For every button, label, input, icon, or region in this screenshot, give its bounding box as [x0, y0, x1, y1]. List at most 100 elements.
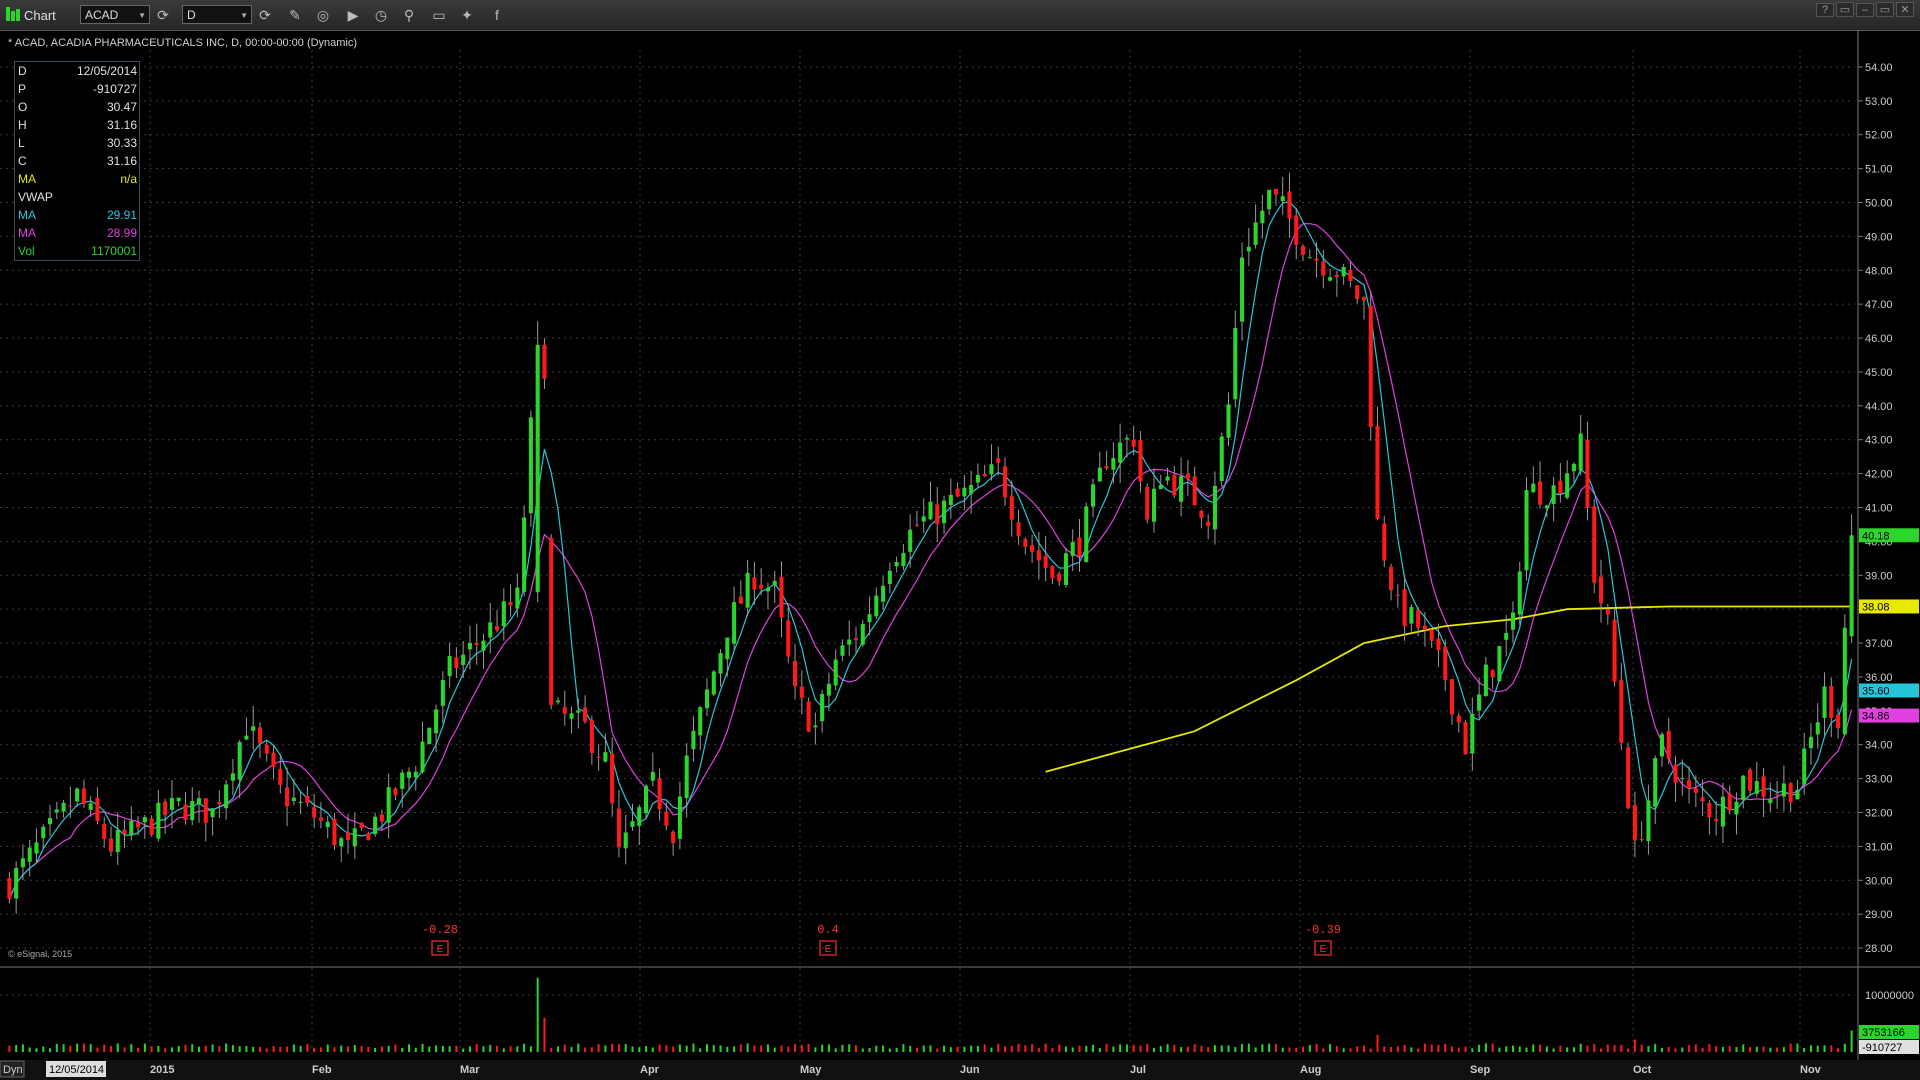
volume-bar [265, 1048, 268, 1052]
symbol-input[interactable]: ACAD ▼ [80, 5, 150, 24]
volume-bar [1227, 1045, 1230, 1052]
candle-body [163, 801, 168, 816]
minimize-button[interactable]: – [1856, 3, 1874, 17]
candle-body [867, 614, 872, 623]
volume-bar [1180, 1047, 1183, 1052]
candle-body [1761, 776, 1766, 797]
data-window-row: Vol 1170001 [15, 242, 139, 260]
candle-body [799, 686, 804, 698]
detach-button[interactable]: ▭ [1836, 2, 1854, 17]
interval-dropdown-icon[interactable]: ▼ [240, 6, 248, 25]
candle-body [1747, 769, 1753, 791]
volume-bar [699, 1048, 702, 1052]
candle-body [1314, 258, 1319, 261]
volume-bar [1586, 1045, 1589, 1052]
volume-bar [441, 1045, 444, 1052]
candle-body [447, 656, 452, 676]
candle-body [156, 802, 161, 839]
volume-bar [1112, 1046, 1115, 1052]
candle-body [1375, 425, 1380, 519]
volume-bar [658, 1044, 661, 1052]
candle-body [1118, 442, 1123, 463]
candle-body [427, 727, 432, 745]
volume-bar [1484, 1043, 1487, 1052]
volume-bar [21, 1044, 24, 1052]
candle-body [677, 796, 682, 839]
volume-bar [1031, 1044, 1034, 1052]
candle-body [1138, 440, 1143, 482]
help-button[interactable]: ? [1816, 3, 1834, 17]
candle-body [54, 809, 59, 813]
candle-body [122, 829, 127, 835]
earnings-markers: -0.28 E 0.4 E -0.39 E [422, 923, 1341, 956]
chat-icon[interactable]: ▭ [430, 6, 448, 24]
candle-body [616, 808, 621, 848]
price-tick-label: 32.00 [1865, 808, 1893, 820]
candle-body [603, 752, 608, 762]
candle-body [528, 417, 533, 514]
play-icon[interactable]: ▶ [344, 6, 362, 24]
volume-bar [1688, 1045, 1691, 1052]
volume-bar [347, 1046, 350, 1052]
date-label: Feb [312, 1064, 332, 1076]
data-window-row: C 31.16 [15, 152, 139, 170]
candle-body [481, 640, 486, 651]
earnings-icon-label: E [1320, 944, 1327, 955]
candle-body [420, 741, 425, 772]
interval-input[interactable]: D ▼ [182, 5, 252, 24]
volume-bar [1024, 1045, 1027, 1052]
candle-body [393, 788, 398, 796]
draw-pencil-icon[interactable]: ✎ [286, 6, 304, 24]
candle-body [1185, 473, 1190, 479]
candle-body [312, 807, 317, 818]
candle-body [1768, 799, 1773, 804]
candle-body [1341, 266, 1346, 277]
candle-body [1145, 486, 1150, 520]
price-chart[interactable]: 10000000 3753166 -910727 28.00 29.00 30.00 31… [0, 30, 1920, 1080]
volume-bar [1349, 1048, 1352, 1052]
candle-body [244, 735, 249, 740]
facebook-icon[interactable]: f [488, 6, 506, 24]
candle-body [47, 817, 53, 825]
volume-bar [922, 1045, 925, 1052]
volume-bar [1647, 1046, 1650, 1052]
volume-bar [915, 1047, 918, 1052]
candle-body [1808, 736, 1814, 749]
maximize-button[interactable]: ▭ [1876, 2, 1894, 17]
volume-bar [1274, 1044, 1277, 1052]
close-button[interactable]: ✕ [1896, 2, 1914, 17]
volume-bar [577, 1043, 580, 1052]
volume-bar [1613, 1045, 1616, 1052]
candle-body [942, 500, 947, 524]
volume-bar [489, 1044, 492, 1052]
volume-bar [1241, 1043, 1244, 1052]
candle-body [1395, 594, 1400, 596]
data-window-key: P [18, 82, 27, 96]
volume-bar [1769, 1047, 1772, 1052]
volume-bar [394, 1044, 397, 1052]
candle-body [352, 828, 357, 847]
twitter-icon[interactable]: ✦ [458, 6, 476, 24]
volume-bar [597, 1044, 600, 1052]
volume-bar [814, 1047, 817, 1052]
volume-bar [1539, 1044, 1542, 1052]
symbol-dropdown-icon[interactable]: ▼ [138, 6, 146, 25]
volume-bar [468, 1046, 471, 1052]
volume-bar [1843, 1043, 1846, 1052]
cursor-tool-icon[interactable]: ◎ [314, 6, 332, 24]
data-window-value: 31.16 [106, 154, 137, 168]
volume-bar [997, 1043, 1000, 1052]
candle-body [576, 710, 581, 713]
price-tick-label: 42.00 [1865, 469, 1893, 481]
interval-refresh-icon[interactable]: ⟳ [256, 6, 274, 24]
clock-icon[interactable]: ◷ [372, 6, 390, 24]
volume-bar [448, 1046, 451, 1052]
candle-body [1382, 523, 1387, 561]
volume-bar [821, 1044, 824, 1052]
symbol-refresh-icon[interactable]: ⟳ [154, 6, 172, 24]
date-label: Mar [460, 1064, 480, 1076]
price-tick-label: 34.00 [1865, 740, 1893, 752]
candle-body [413, 771, 418, 778]
link-icon[interactable]: ⚲ [400, 6, 418, 24]
candle-body [1673, 764, 1678, 783]
